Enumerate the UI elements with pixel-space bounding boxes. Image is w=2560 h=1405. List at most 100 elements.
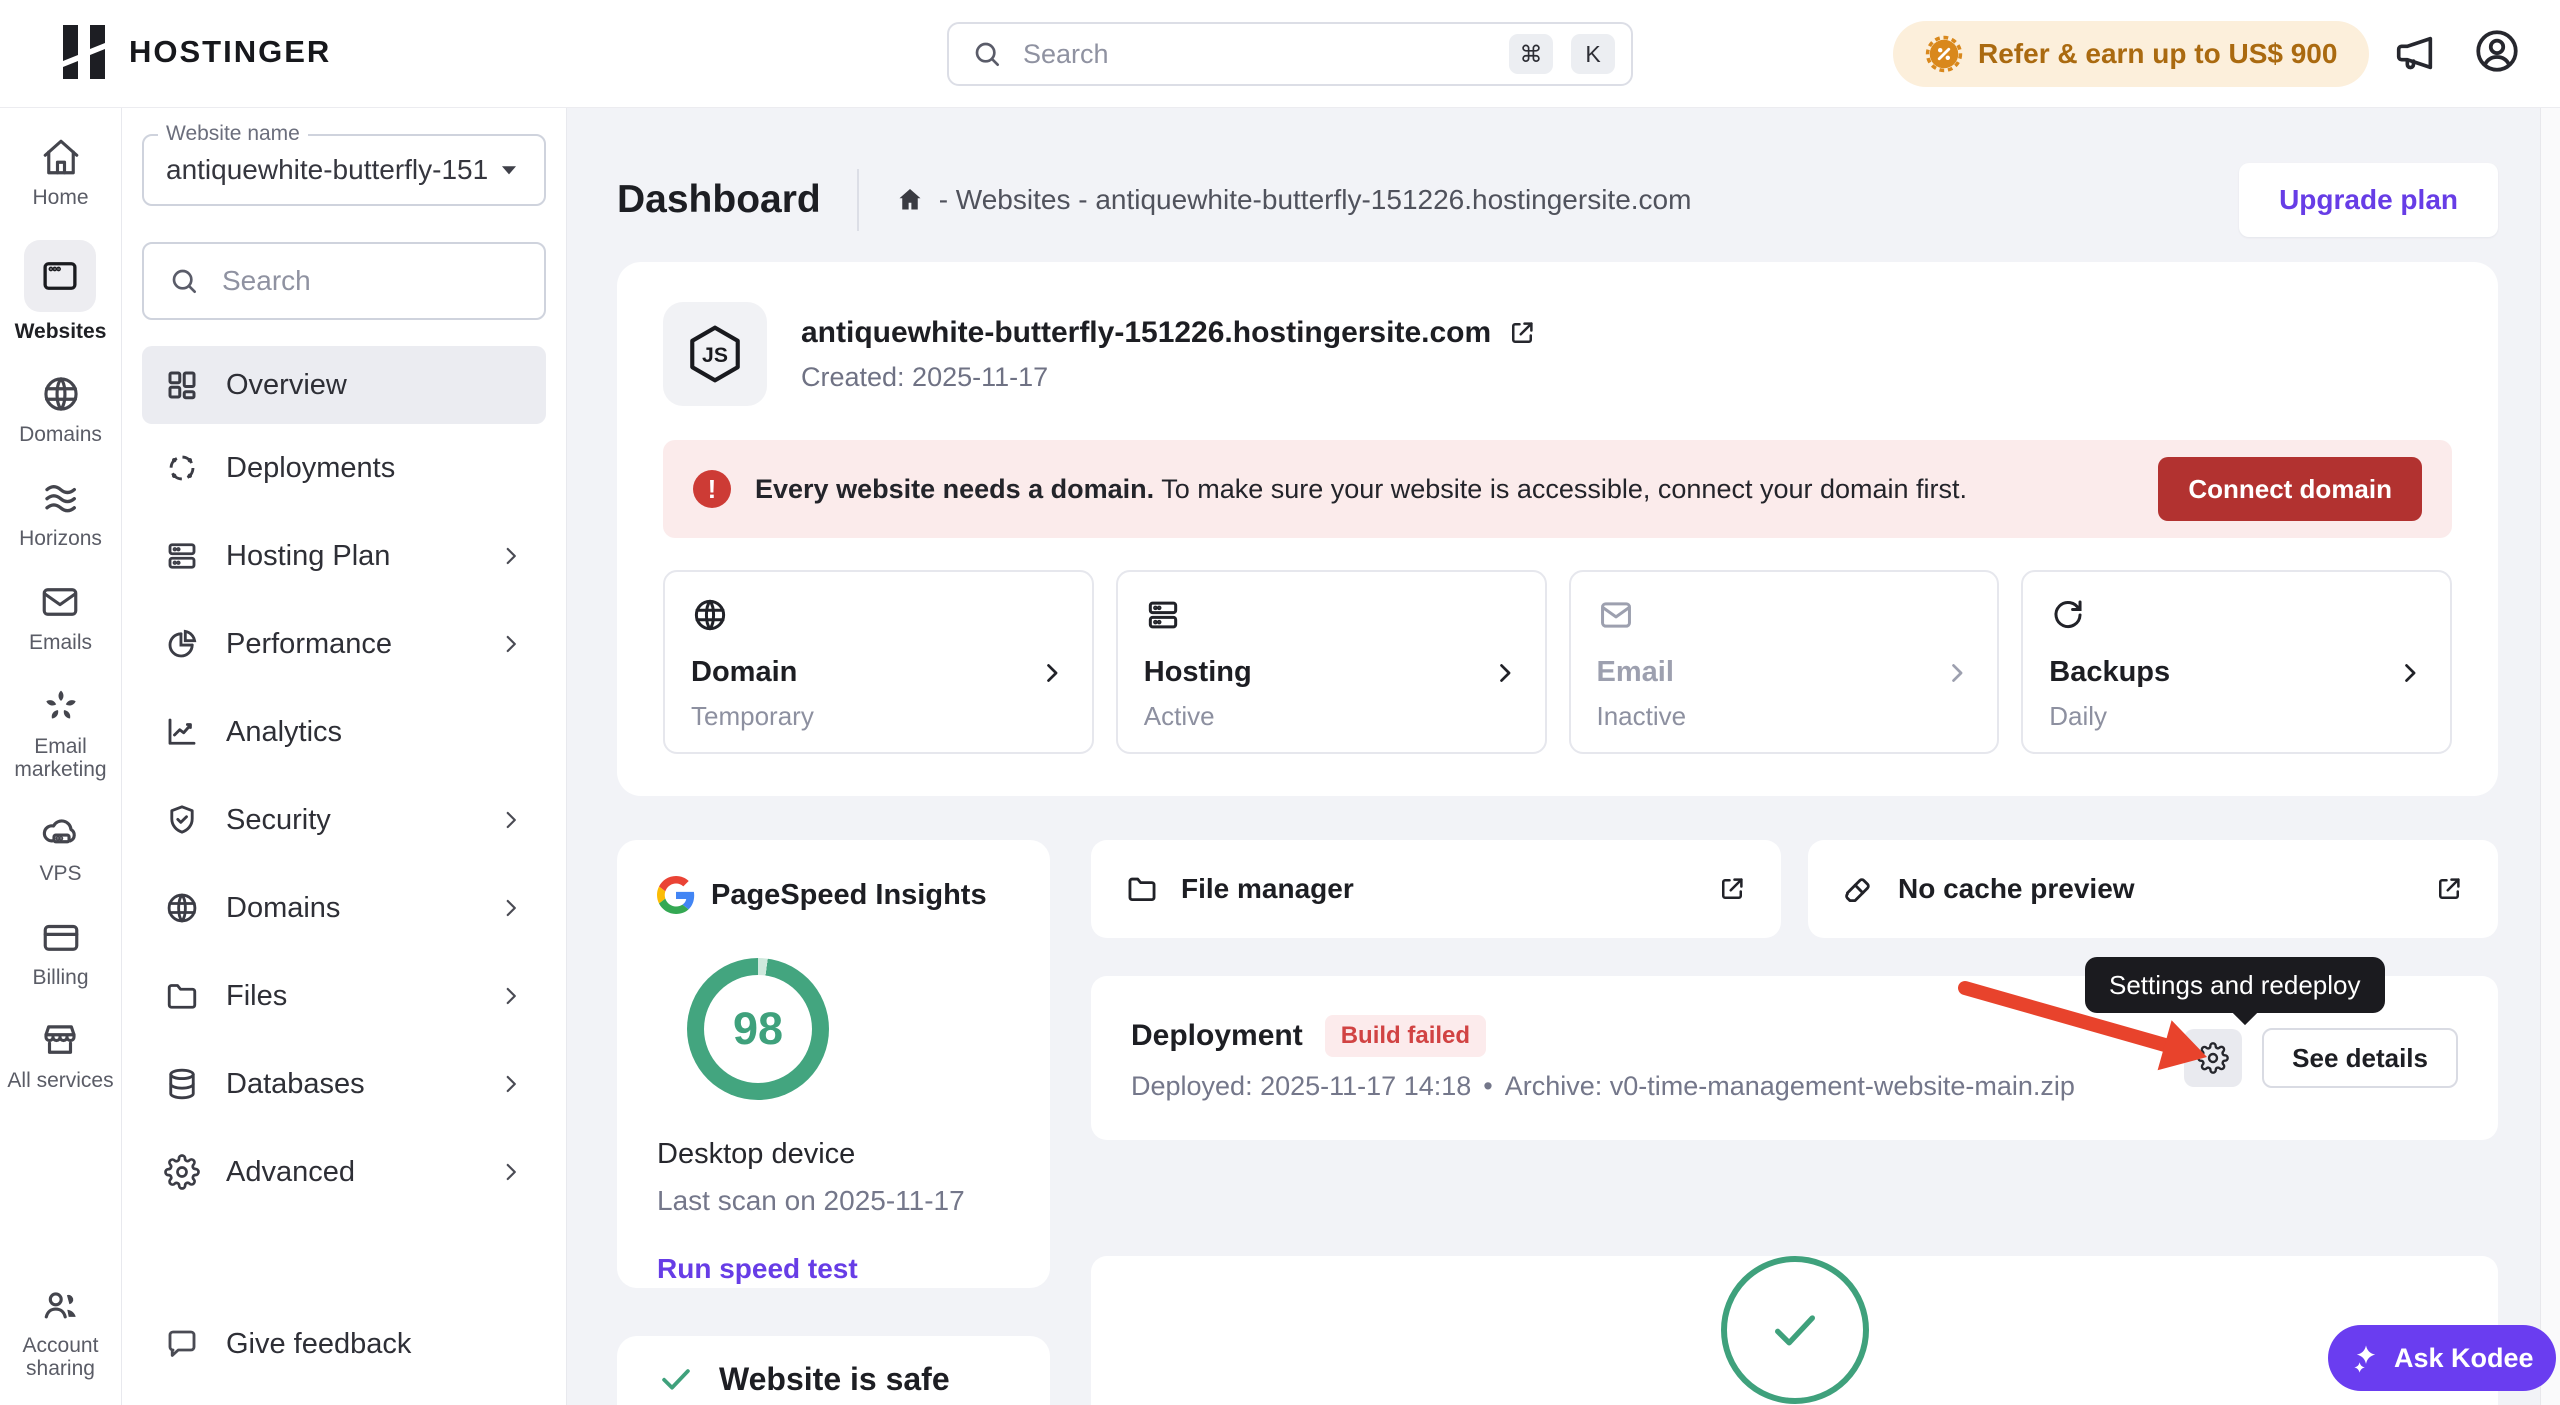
deployment-date: Deployed: 2025-11-17 14:18: [1131, 1071, 1471, 1102]
primary-nav-rail: Home Websites Domains: [0, 108, 122, 1405]
chevron-right-icon: [498, 543, 524, 569]
sidebar-item-files[interactable]: Files: [142, 952, 546, 1040]
give-feedback-button[interactable]: Give feedback: [142, 1313, 546, 1375]
success-check-icon: [1721, 1256, 1869, 1404]
rail-item-email-marketing[interactable]: Email marketing: [5, 685, 117, 782]
search-input[interactable]: [1021, 38, 1491, 71]
chevron-right-icon: [498, 1071, 524, 1097]
main-content: Dashboard - Websites - antiquewhite-butt…: [567, 108, 2560, 1405]
rail-item-websites[interactable]: Websites: [15, 240, 107, 344]
rail-item-all-services[interactable]: All services: [7, 1019, 113, 1093]
rail-label: Account sharing: [5, 1334, 117, 1381]
website-name-label: Website name: [158, 122, 308, 146]
chevron-right-icon: [498, 983, 524, 1009]
rail-item-horizons[interactable]: Horizons: [19, 477, 102, 551]
k-key-badge: K: [1571, 34, 1615, 74]
pagespeed-last-scan: Last scan on 2025-11-17: [657, 1185, 1010, 1217]
rail-label: Websites: [15, 320, 107, 344]
external-link-icon: [1717, 874, 1747, 904]
sidebar-search-input[interactable]: [220, 264, 585, 298]
tile-backups[interactable]: Backups Daily: [2021, 570, 2452, 754]
rail-item-home[interactable]: Home: [32, 136, 88, 210]
hostinger-logo[interactable]: HOSTINGER: [57, 22, 331, 82]
database-icon: [164, 1066, 200, 1102]
sidebar-item-label: Domains: [226, 892, 340, 925]
tile-domain[interactable]: Domain Temporary: [663, 570, 1094, 754]
site-created-date: Created: 2025-11-17: [801, 362, 1537, 393]
sidebar-item-label: Files: [226, 980, 287, 1013]
browser-window-icon: [39, 255, 81, 297]
sidebar-item-security[interactable]: Security: [142, 776, 546, 864]
breadcrumb: - Websites - antiquewhite-butterfly-1512…: [895, 184, 1692, 216]
gear-icon: [164, 1154, 200, 1190]
sidebar-item-label: Security: [226, 804, 331, 837]
tile-status: Temporary: [691, 701, 1066, 732]
no-cache-preview-card[interactable]: No cache preview: [1808, 840, 2498, 938]
chevron-right-icon: [1038, 659, 1066, 687]
file-manager-card[interactable]: File manager: [1091, 840, 1781, 938]
rail-item-domains[interactable]: Domains: [19, 373, 102, 447]
alert-exclamation-icon: !: [693, 470, 731, 508]
chevron-right-icon: [1491, 659, 1519, 687]
tile-hosting[interactable]: Hosting Active: [1116, 570, 1547, 754]
sidebar-item-overview[interactable]: Overview: [142, 346, 546, 424]
search-icon: [971, 38, 1003, 70]
waves-icon: [40, 477, 82, 519]
external-link-icon[interactable]: [1507, 318, 1537, 348]
upgrade-plan-button[interactable]: Upgrade plan: [2239, 163, 2498, 237]
tile-email[interactable]: Email Inactive: [1569, 570, 2000, 754]
globe-icon: [691, 596, 1066, 634]
alert-text: Every website needs a domain. To make su…: [755, 474, 1967, 505]
run-speed-test-link[interactable]: Run speed test: [657, 1253, 858, 1285]
sidebar-item-domains[interactable]: Domains: [142, 864, 546, 952]
page-scrollbar[interactable]: [2540, 108, 2560, 1405]
hostinger-logo-icon: [57, 22, 111, 82]
home-icon: [895, 185, 925, 215]
sidebar-item-performance[interactable]: Performance: [142, 600, 546, 688]
tile-label: Backups: [2049, 656, 2170, 689]
pagespeed-title: PageSpeed Insights: [711, 879, 987, 912]
site-summary: JS antiquewhite-butterfly-151226.hosting…: [663, 302, 2452, 406]
see-details-button[interactable]: See details: [2262, 1028, 2458, 1088]
refer-earn-button[interactable]: Refer & earn up to US$ 900: [1893, 21, 2369, 87]
pagespeed-device: Desktop device: [657, 1138, 1010, 1171]
rail-item-billing[interactable]: Billing: [32, 916, 88, 990]
sidebar-item-advanced[interactable]: Advanced: [142, 1128, 546, 1216]
backup-refresh-icon: [2049, 596, 2424, 634]
deployment-title: Deployment: [1131, 1019, 1303, 1053]
sidebar-item-databases[interactable]: Databases: [142, 1040, 546, 1128]
sidebar-item-label: Hosting Plan: [226, 540, 390, 573]
sparkle-icon: [40, 685, 82, 727]
globe-icon: [164, 890, 200, 926]
alert-message: To make sure your website is accessible,…: [1161, 474, 1967, 504]
website-name-select[interactable]: Website name antiquewhite-butterfly-151: [142, 134, 546, 206]
global-search[interactable]: ⌘ K: [947, 22, 1633, 86]
deployment-archive: Archive: v0-time-management-website-main…: [1505, 1071, 2075, 1102]
svg-text:JS: JS: [702, 344, 728, 367]
deployment-status-card: [1091, 1256, 2498, 1405]
folder-icon: [164, 978, 200, 1014]
people-icon: [40, 1284, 82, 1326]
pagespeed-score-ring: 98: [687, 958, 829, 1100]
sidebar-item-deployments[interactable]: Deployments: [142, 424, 546, 512]
deployment-settings-button[interactable]: [2184, 1029, 2242, 1087]
sidebar-search[interactable]: [142, 242, 546, 320]
chevron-right-icon: [498, 895, 524, 921]
sidebar-item-analytics[interactable]: Analytics: [142, 688, 546, 776]
rail-item-account-sharing[interactable]: Account sharing: [5, 1284, 117, 1381]
credit-card-icon: [40, 916, 82, 958]
check-icon: [657, 1360, 695, 1398]
chevron-right-icon: [498, 807, 524, 833]
build-failed-badge: Build failed: [1325, 1015, 1486, 1057]
rail-item-vps[interactable]: VPS: [39, 812, 81, 886]
ask-kodee-button[interactable]: Ask Kodee: [2328, 1325, 2556, 1391]
rail-item-emails[interactable]: Emails: [29, 581, 92, 655]
connect-domain-button[interactable]: Connect domain: [2158, 457, 2422, 521]
rail-label: VPS: [39, 862, 81, 886]
shield-check-icon: [164, 802, 200, 838]
cmd-key-badge: ⌘: [1509, 34, 1553, 74]
announcements-megaphone-icon[interactable]: [2392, 30, 2438, 76]
gear-icon: [2197, 1042, 2229, 1074]
account-menu-icon[interactable]: [2472, 26, 2522, 76]
sidebar-item-hosting-plan[interactable]: Hosting Plan: [142, 512, 546, 600]
